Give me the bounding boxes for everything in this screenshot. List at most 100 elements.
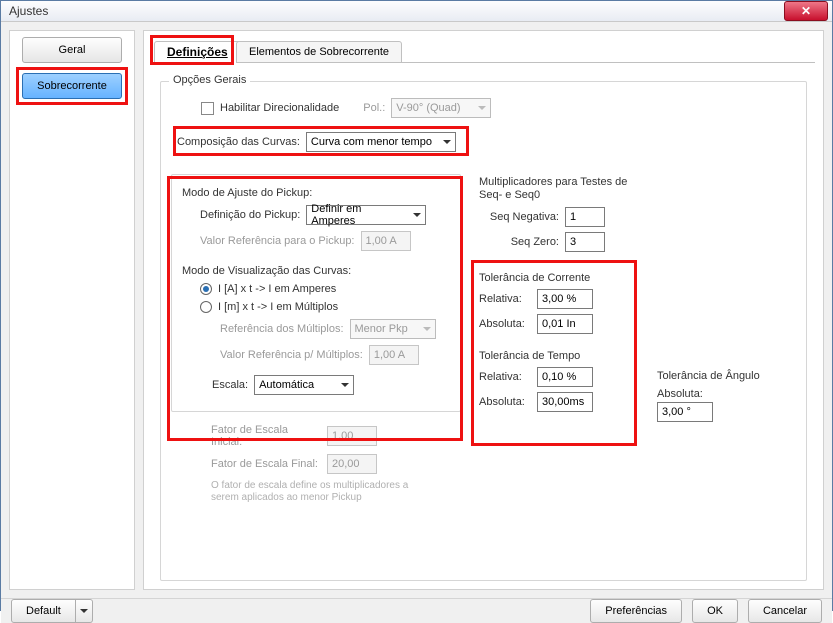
combo-value: Curva com menor tempo [311,136,432,148]
input-corr-abs[interactable] [537,314,593,334]
label-habilitar: Habilitar Direcionalidade [220,102,339,114]
label-fator-inicial: Fator de Escala Inicial: [211,424,321,448]
combo-pol: V-90° (Quad) [391,98,491,118]
sidebar-item-label: Sobrecorrente [37,80,107,92]
sidebar-item-geral[interactable]: Geral [22,37,122,63]
row-radio2: I [m] x t -> I em Múltiplos [182,301,450,313]
window-title: Ajustes [9,4,48,18]
combo-escala[interactable]: Automática [254,375,354,395]
button-label: OK [707,605,723,617]
input-ang-abs[interactable] [657,402,713,422]
label-escala: Escala: [212,379,248,391]
label-corr-abs: Absoluta: [479,318,531,330]
col-left: Modo de Ajuste do Pickup: Definição do P… [171,166,461,504]
input-fator-final [327,454,377,474]
tab-label: Definições [167,45,228,59]
input-tempo-rel[interactable] [537,367,593,387]
label-ang-abs: Absoluta: [657,388,709,400]
block-tol-tempo: Tolerância de Tempo Relativa: Absoluta: [479,350,639,412]
label-radio2: I [m] x t -> I em Múltiplos [218,301,338,313]
block-multiplicadores: Multiplicadores para Testes de Seq- e Se… [479,176,649,252]
chevron-down-icon [80,609,88,617]
input-fator-inicial [327,426,377,446]
radio-multiplos[interactable] [200,301,212,313]
row-escala: Escala: Automática [182,375,450,395]
row-radio1: I [A] x t -> I em Amperes [182,283,450,295]
group-opcoes-gerais: Opções Gerais Habilitar Direcionalidade … [160,81,807,581]
row-tempo-rel: Relativa: [479,367,639,387]
label-valor-ref: Valor Referência para o Pickup: [200,235,355,247]
label-composicao: Composição das Curvas: [177,136,300,148]
group-title: Opções Gerais [169,74,250,86]
button-label: Preferências [605,605,667,617]
row-def-pickup: Definição do Pickup: Definir em Amperes [182,205,450,225]
body: Geral Sobrecorrente Definições Elementos… [1,22,832,598]
button-label: Default [26,605,61,617]
combo-def-pickup[interactable]: Definir em Amperes [306,205,426,225]
note-escala: O fator de escala define os multiplicado… [211,480,431,504]
label-corr-rel: Relativa: [479,293,531,305]
label-def-pickup: Definição do Pickup: [200,209,300,221]
combo-ref-mult: Menor Pkp [350,319,436,339]
label-fator-final: Fator de Escala Final: [211,458,321,470]
input-valor-ref [361,231,411,251]
input-valor-ref-mult [369,345,419,365]
close-button[interactable]: ✕ [784,1,828,21]
row-tempo-abs: Absoluta: [479,392,639,412]
row-habilitar: Habilitar Direcionalidade Pol.: V-90° (Q… [201,98,796,118]
label-seq-zero: Seq Zero: [479,236,559,248]
tab-elementos[interactable]: Elementos de Sobrecorrente [236,41,402,63]
label-ref-mult: Referência dos Múltiplos: [220,323,344,335]
default-splitbutton: Default [11,599,93,623]
preferencias-button[interactable]: Preferências [590,599,682,623]
title-tol-angulo: Tolerância de Ângulo [657,370,767,383]
tab-definicoes[interactable]: Definições [154,41,241,63]
row-seq-neg: Seq Negativa: [479,207,649,227]
row-corr-abs: Absoluta: [479,314,639,334]
label-tempo-rel: Relativa: [479,371,531,383]
titlebar: Ajustes ✕ [1,1,832,22]
combo-value: V-90° (Quad) [396,102,460,114]
title-modo-visual: Modo de Visualização das Curvas: [182,265,450,277]
input-tempo-abs[interactable] [537,392,593,412]
label-tempo-abs: Absoluta: [479,396,531,408]
combo-value: Menor Pkp [355,323,408,335]
default-button[interactable]: Default [11,599,76,623]
combo-composicao[interactable]: Curva com menor tempo [306,132,456,152]
input-seq-zero[interactable] [565,232,605,252]
row-valor-ref-mult: Valor Referência p/ Múltiplos: [182,345,450,365]
title-mult: Multiplicadores para Testes de Seq- e Se… [479,176,649,202]
row-corr-rel: Relativa: [479,289,639,309]
title-tol-tempo: Tolerância de Tempo [479,350,639,362]
title-modo-ajuste: Modo de Ajuste do Pickup: [182,187,450,199]
sidebar-item-sobrecorrente[interactable]: Sobrecorrente [22,73,122,99]
ok-button[interactable]: OK [692,599,738,623]
tabs: Definições Elementos de Sobrecorrente [152,39,815,63]
row-ang-abs: Absoluta: [657,388,767,422]
block-tol-angulo: Tolerância de Ângulo Absoluta: [657,266,767,427]
label-valor-ref-mult: Valor Referência p/ Múltiplos: [220,349,363,361]
input-seq-neg[interactable] [565,207,605,227]
escala-details: Fator de Escala Inicial: Fator de Escala… [171,412,461,504]
row-valor-ref: Valor Referência para o Pickup: [182,231,450,251]
block-tol-corrente: Tolerância de Corrente Relativa: Absolut… [479,272,639,334]
label-radio1: I [A] x t -> I em Amperes [218,283,336,295]
tab-content: Opções Gerais Habilitar Direcionalidade … [152,63,815,581]
combo-value: Definir em Amperes [311,203,407,227]
group-modo-ajuste: Modo de Ajuste do Pickup: Definição do P… [171,174,461,412]
combo-value: Automática [259,379,314,391]
label-pol: Pol.: [363,102,385,114]
button-label: Cancelar [763,605,807,617]
input-corr-rel[interactable] [537,289,593,309]
sidebar: Geral Sobrecorrente [9,30,135,590]
tab-label: Elementos de Sobrecorrente [249,46,389,58]
sidebar-item-label: Geral [59,44,86,56]
row-composicao: Composição das Curvas: Curva com menor t… [177,132,796,152]
row-fator-final: Fator de Escala Final: [211,454,461,474]
title-tol-corrente: Tolerância de Corrente [479,272,639,284]
cancel-button[interactable]: Cancelar [748,599,822,623]
label-seq-neg: Seq Negativa: [479,211,559,223]
radio-amperes[interactable] [200,283,212,295]
checkbox-habilitar[interactable] [201,102,214,115]
default-dropdown[interactable] [76,599,93,623]
